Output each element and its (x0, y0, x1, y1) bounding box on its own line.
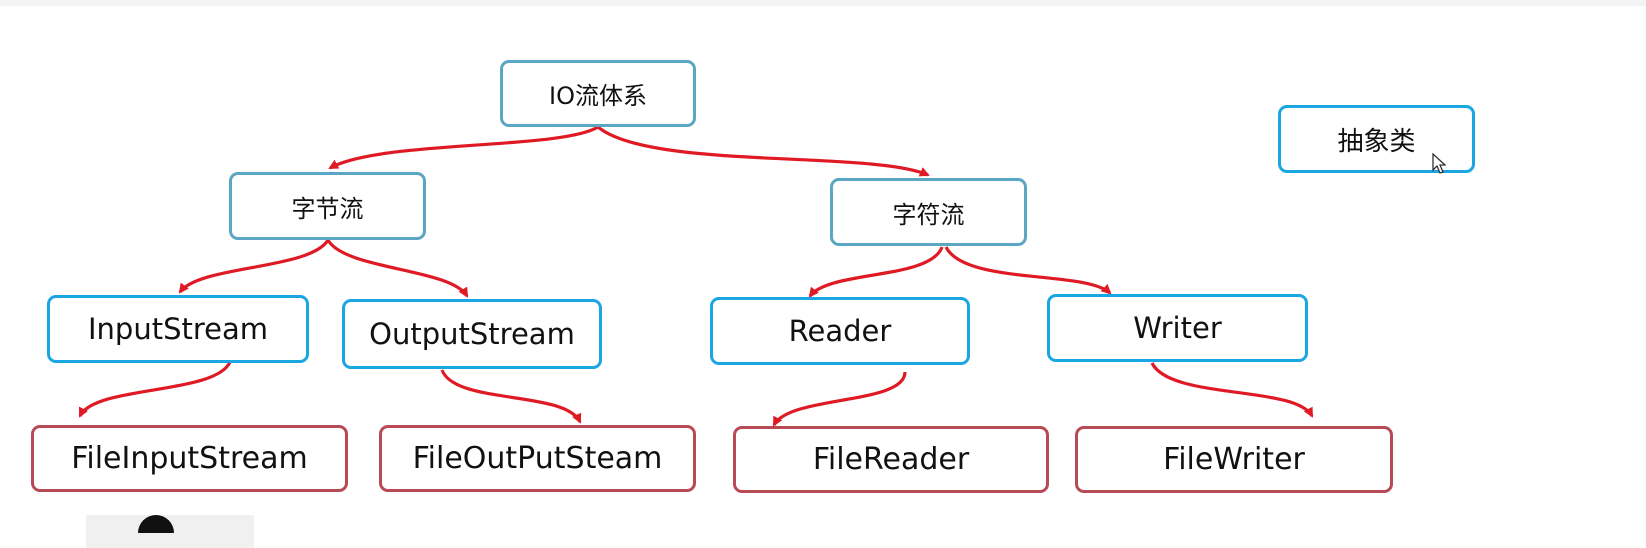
node-reader: Reader (710, 297, 970, 365)
node-outputstream: OutputStream (342, 299, 602, 369)
node-filewriter: FileWriter (1075, 426, 1393, 493)
node-fileinputstream: FileInputStream (31, 425, 348, 492)
arrow-root-to-char-stream (596, 125, 930, 177)
node-inputstream: InputStream (47, 295, 309, 363)
node-char-stream: 字符流 (830, 178, 1027, 246)
mouse-pointer-icon (1432, 153, 1446, 174)
arrow-writer-to-filewriter (1150, 362, 1314, 418)
arrow-byte-stream-to-outputstream (326, 239, 469, 298)
arrow-reader-to-filereader (772, 371, 907, 427)
node-io-root: IO流体系 (500, 60, 696, 127)
bottom-overlay-dot (138, 515, 174, 533)
node-writer: Writer (1047, 294, 1308, 362)
io-stream-diagram: IO流体系 字节流 字符流 InputStream OutputStream R… (0, 0, 1646, 548)
node-fileoutputstream: FileOutPutSteam (379, 425, 696, 492)
bottom-overlay-widget (86, 515, 254, 548)
top-strip (0, 0, 1646, 6)
arrow-root-to-byte-stream (328, 125, 599, 170)
arrow-char-stream-to-writer (944, 246, 1112, 295)
arrow-char-stream-to-reader (808, 246, 944, 298)
arrow-outputstream-to-fileoutputstream (440, 369, 582, 424)
arrow-inputstream-to-fileinputstream (78, 361, 232, 418)
node-filereader: FileReader (733, 426, 1049, 493)
node-byte-stream: 字节流 (229, 172, 426, 240)
arrow-byte-stream-to-inputstream (178, 239, 330, 294)
